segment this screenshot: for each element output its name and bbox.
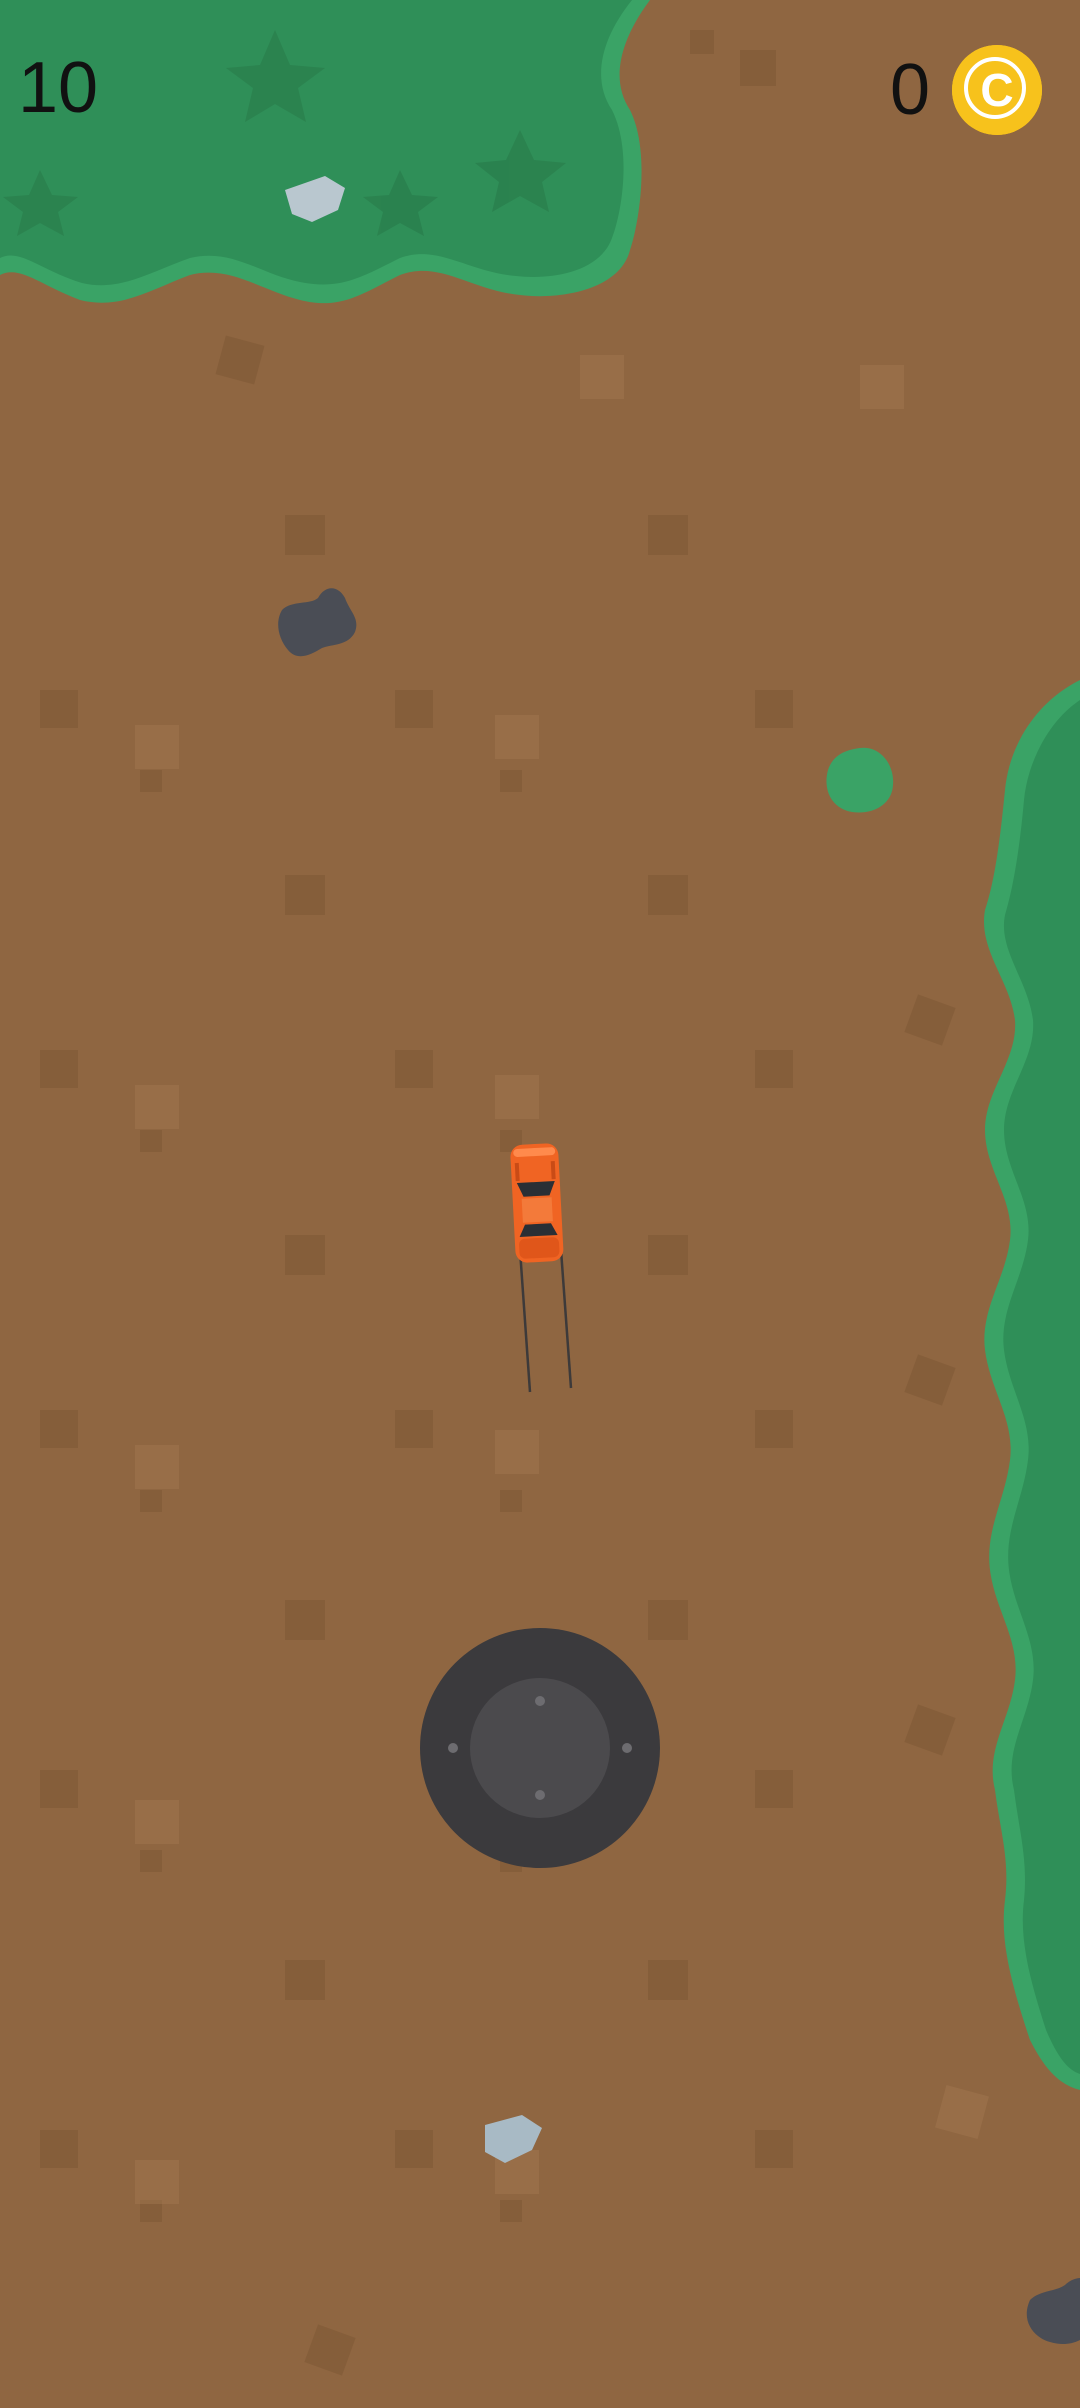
tire-track-left <box>518 1249 532 1393</box>
joystick-control[interactable] <box>420 1628 660 1868</box>
joystick-dot-left <box>448 1743 458 1753</box>
coin-icon: C <box>952 45 1042 135</box>
joystick-dot-right <box>622 1743 632 1753</box>
ground-texture <box>40 30 956 2376</box>
joystick-dot-bottom <box>535 1790 545 1800</box>
coin-counter: 0 C <box>890 44 1042 136</box>
grass-blob <box>826 747 894 813</box>
grass-patch-top-left-inner <box>0 0 632 286</box>
player-car[interactable] <box>510 1143 564 1263</box>
score-counter: 10 <box>18 48 99 128</box>
dark-rock-lower <box>1026 2278 1080 2345</box>
joystick-dot-top <box>535 1696 545 1706</box>
joystick-knob[interactable] <box>448 1678 632 1818</box>
coin-count: 0 <box>889 50 930 130</box>
tire-track-right <box>559 1249 573 1389</box>
dark-rock-upper <box>278 588 357 657</box>
game-scene <box>0 0 1080 2376</box>
coin-glyph: C <box>980 64 1014 116</box>
